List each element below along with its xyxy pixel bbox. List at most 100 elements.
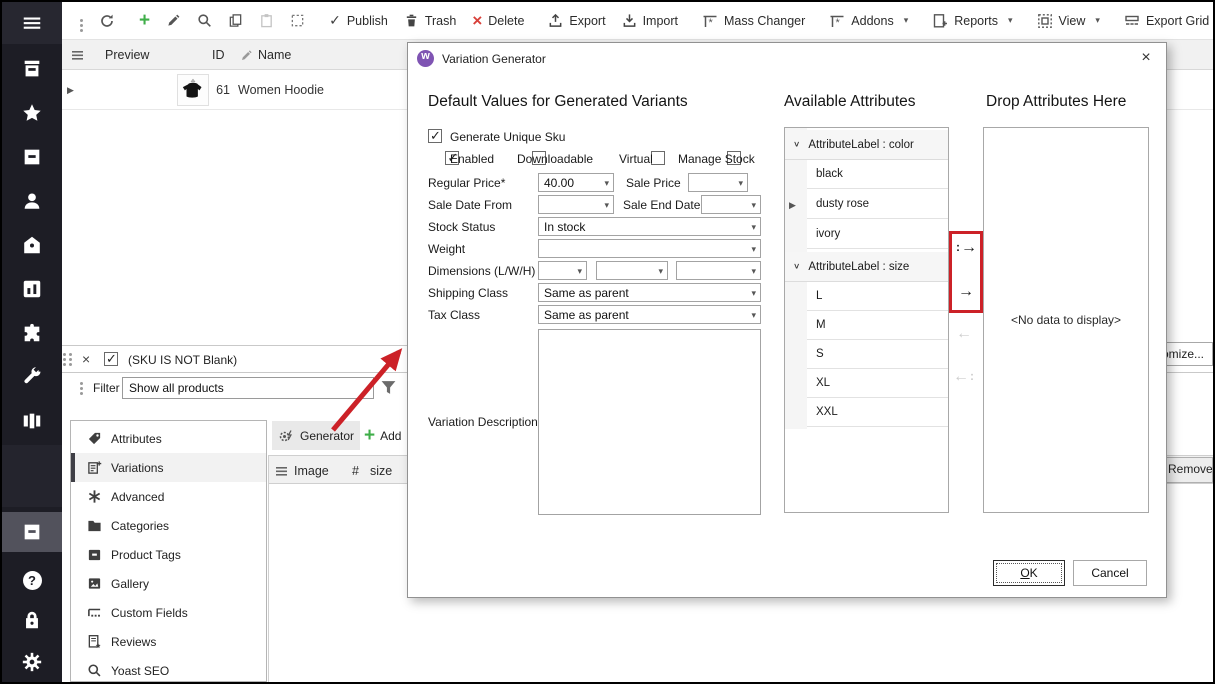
tab-custom-fields[interactable]: Custom Fields [71, 598, 266, 627]
toolbar-more-button[interactable] [72, 7, 91, 35]
sidebar-item-featured[interactable] [2, 93, 62, 133]
edit-button[interactable] [158, 7, 189, 35]
attribute-item-selected[interactable]: dusty rose [807, 190, 948, 219]
sale-end-date-combo[interactable] [701, 195, 761, 214]
funnel-icon[interactable] [380, 379, 397, 396]
sidebar-item-tools[interactable] [2, 357, 62, 397]
remove-button-fragment[interactable]: Remove [1164, 457, 1213, 483]
shipping-class-combo[interactable]: Same as parent [538, 283, 761, 302]
paste-button-disabled[interactable] [251, 7, 282, 35]
sidebar-item-settings[interactable] [2, 642, 62, 682]
select-region-button[interactable] [282, 7, 313, 35]
tab-gallery[interactable]: Gallery [71, 569, 266, 598]
generator-button[interactable]: Generator [272, 421, 360, 450]
dimension-length-combo[interactable] [538, 261, 587, 280]
export-button[interactable]: Export [540, 7, 613, 35]
sidebar-item-orders[interactable] [2, 137, 62, 177]
attribute-item[interactable]: ivory [807, 220, 948, 249]
tab-advanced[interactable]: Advanced [71, 482, 266, 511]
sidebar-item-products[interactable] [2, 225, 62, 265]
dialog-titlebar[interactable]: Variation Generator × [408, 43, 1166, 73]
attribute-item[interactable]: XL [807, 369, 948, 398]
sidebar-item-pages[interactable] [2, 401, 62, 441]
grid-menu-icon[interactable] [276, 467, 287, 476]
splitter-handle[interactable] [63, 353, 72, 356]
export-grid-dropdown[interactable]: Export Grid [1116, 7, 1215, 35]
generator-label: Generator [300, 429, 354, 443]
sku-filter-checkbox[interactable] [104, 352, 118, 366]
tab-yoast-seo[interactable]: Yoast SEO [71, 656, 266, 682]
sale-price-label: Sale Price [626, 176, 681, 190]
sidebar-item-help[interactable]: ? [2, 560, 62, 600]
mass-changer-button[interactable]: *Mass Changer [694, 7, 813, 35]
column-header-size[interactable]: size [370, 464, 392, 478]
filter-input[interactable]: Show all products [122, 377, 374, 399]
grid-menu-icon[interactable] [72, 51, 83, 60]
filter-drag-dots-icon[interactable] [80, 382, 83, 385]
drop-attributes-heading: Drop Attributes Here [986, 93, 1126, 111]
move-all-left-button-disabled[interactable]: ←: [951, 365, 977, 389]
column-header-id[interactable]: ID [212, 48, 225, 62]
sale-date-from-combo[interactable] [538, 195, 614, 214]
dimension-height-combo[interactable] [676, 261, 761, 280]
tab-categories[interactable]: Categories [71, 511, 266, 540]
bar-chart-icon [21, 278, 43, 300]
active-tab-bar [71, 453, 75, 482]
import-button[interactable]: Import [614, 7, 686, 35]
sale-price-combo[interactable] [688, 173, 748, 192]
trash-button[interactable]: Trash [396, 7, 465, 35]
column-header-preview[interactable]: Preview [105, 48, 149, 62]
search-button[interactable] [189, 7, 220, 35]
tax-class-combo[interactable]: Same as parent [538, 305, 761, 324]
variation-description-textarea[interactable] [538, 329, 761, 515]
sku-filter-text: (SKU IS NOT Blank) [128, 353, 237, 367]
export-grid-label: Export Grid [1146, 14, 1209, 28]
tab-attributes[interactable]: Attributes [71, 424, 266, 453]
tab-product-tags[interactable]: Product Tags [71, 540, 266, 569]
dimension-width-combo[interactable] [596, 261, 668, 280]
attribute-item[interactable]: S [807, 340, 948, 369]
stock-status-combo[interactable]: In stock [538, 217, 761, 236]
view-dropdown[interactable]: View [1029, 7, 1108, 35]
publish-button[interactable]: ✓Publish [321, 7, 396, 35]
attribute-item[interactable]: black [807, 160, 948, 189]
sidebar-item-customers[interactable] [2, 181, 62, 221]
publish-label: Publish [347, 14, 388, 28]
generate-sku-checkbox[interactable] [428, 129, 442, 143]
reports-dropdown[interactable]: Reports [924, 7, 1020, 35]
hamburger-menu-button[interactable] [2, 2, 62, 44]
virtual-checkbox[interactable] [651, 151, 665, 165]
cancel-button[interactable]: Cancel [1073, 560, 1147, 586]
tab-reviews[interactable]: Reviews [71, 627, 266, 656]
attribute-group-color[interactable]: ∨AttributeLabel : color [785, 130, 948, 160]
tax-class-value: Same as parent [544, 308, 629, 322]
attribute-group-size[interactable]: ∨AttributeLabel : size [785, 252, 948, 282]
attribute-value: S [816, 348, 824, 360]
column-header-number[interactable]: # [352, 464, 359, 478]
sidebar-item-license[interactable] [2, 600, 62, 640]
remove-filter-button[interactable]: × [82, 351, 90, 367]
copy-button[interactable] [220, 7, 251, 35]
regular-price-combo[interactable]: 40.00 [538, 173, 614, 192]
tab-label: Gallery [111, 577, 149, 591]
addons-dropdown[interactable]: *Addons [821, 7, 916, 35]
close-icon[interactable]: × [1134, 49, 1158, 69]
sidebar-item-inventory-active[interactable] [2, 512, 62, 552]
sidebar-item-plugins[interactable] [2, 313, 62, 353]
move-left-button-disabled[interactable]: ← [951, 322, 977, 346]
attribute-item[interactable]: XXL [807, 398, 948, 427]
column-header-image[interactable]: Image [294, 464, 338, 478]
sidebar-item-reports[interactable] [2, 269, 62, 309]
copy-icon [228, 13, 243, 28]
attribute-item[interactable]: M [807, 311, 948, 340]
sidebar-item-store[interactable] [2, 49, 62, 89]
refresh-button[interactable] [91, 7, 123, 35]
paste-icon [259, 13, 274, 28]
tab-variations[interactable]: Variations [71, 453, 266, 482]
weight-combo[interactable] [538, 239, 761, 258]
column-header-name[interactable]: Name [258, 48, 291, 62]
ok-button[interactable]: OK [993, 560, 1065, 586]
add-product-button[interactable]: + [131, 7, 158, 35]
attribute-item[interactable]: L [807, 282, 948, 311]
delete-button[interactable]: ×Delete [464, 7, 532, 35]
